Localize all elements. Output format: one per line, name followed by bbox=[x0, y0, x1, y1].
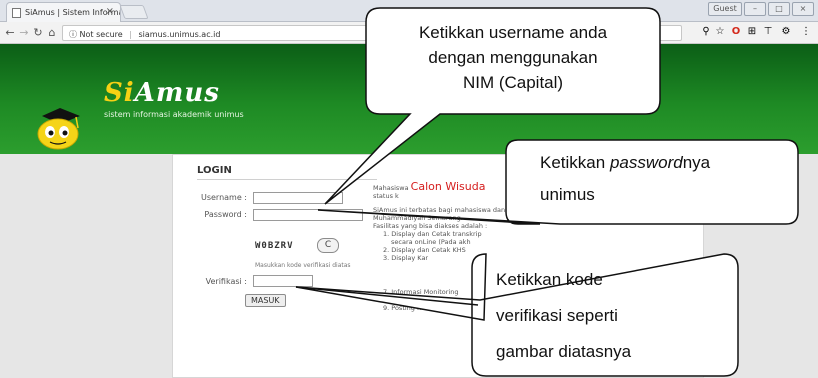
info-line: Fasilitas yang bisa diakses adalah : bbox=[373, 222, 488, 230]
tab-close-icon[interactable]: × bbox=[106, 6, 114, 17]
info-line: Mahasiswa bbox=[373, 184, 409, 192]
callout-line: gambar diatasnya bbox=[496, 342, 632, 361]
url-text: siamus.unimus.ac.id bbox=[138, 30, 221, 39]
refresh-captcha-button[interactable]: C bbox=[317, 238, 339, 253]
security-label: Not secure bbox=[79, 30, 123, 39]
reload-icon[interactable]: ↻ bbox=[32, 26, 44, 39]
menu-icon[interactable]: ⋮ bbox=[800, 26, 812, 37]
minimize-icon[interactable]: – bbox=[744, 2, 766, 16]
page-favicon-icon bbox=[12, 8, 21, 18]
callout-line: Ketikkan username anda bbox=[418, 23, 608, 42]
info-highlight: Calon Wisuda bbox=[410, 180, 486, 193]
browser-window: SiAmus | Sistem Informa × Guest – □ × ← … bbox=[0, 0, 818, 378]
profile-chip[interactable]: Guest bbox=[708, 2, 742, 16]
info-icon[interactable]: ⓘ bbox=[69, 30, 77, 39]
puzzle-icon[interactable]: ⊞ bbox=[746, 26, 758, 37]
verification-hint: Masukkan kode verifikasi diatas bbox=[255, 262, 351, 269]
tab-strip: SiAmus | Sistem Informa × Guest – □ × bbox=[0, 0, 818, 22]
callout-line: unimus bbox=[540, 185, 595, 204]
info-item: secara onLine (Pada akh bbox=[391, 238, 471, 246]
login-submit-button[interactable]: MASUK bbox=[245, 294, 286, 307]
url-separator: | bbox=[129, 30, 132, 39]
password-input[interactable] bbox=[253, 209, 363, 221]
username-callout-text: Ketikkan username anda dengan menggunaka… bbox=[366, 20, 660, 95]
verification-label: Verifikasi : bbox=[205, 277, 247, 286]
password-callout-text: Ketikkan passwordnya unimus bbox=[540, 150, 790, 207]
browser-tab[interactable]: SiAmus | Sistem Informa × bbox=[6, 2, 121, 22]
home-icon[interactable]: ⌂ bbox=[46, 26, 58, 39]
mascot-logo-icon bbox=[37, 108, 80, 150]
window-controls: Guest – □ × bbox=[708, 2, 814, 16]
info-item: 2. Display dan Cetak KHS bbox=[383, 246, 466, 254]
callout-line: Ketikkan kode bbox=[496, 270, 603, 289]
username-input[interactable] bbox=[253, 192, 343, 204]
callout-line: verifikasi seperti bbox=[496, 306, 618, 325]
login-divider bbox=[197, 179, 377, 180]
captcha-image: W0BZRV bbox=[255, 241, 294, 251]
verification-input[interactable] bbox=[253, 275, 313, 287]
site-logo-text: SiAmus bbox=[104, 78, 220, 108]
back-icon[interactable]: ← bbox=[4, 26, 16, 39]
site-subtitle: sistem informasi akademik unimus bbox=[104, 110, 244, 119]
password-label: Password : bbox=[204, 210, 247, 219]
extension-icon[interactable]: ⚲ bbox=[700, 26, 712, 37]
info-line: Muhammadiyah Semarang. bbox=[373, 214, 463, 222]
login-title: LOGIN bbox=[197, 165, 232, 176]
close-window-icon[interactable]: × bbox=[792, 2, 814, 16]
bookmark-star-icon[interactable]: ☆ bbox=[714, 26, 726, 37]
settings-icon[interactable]: ⚙ bbox=[780, 26, 792, 37]
callout-line: NIM (Capital) bbox=[462, 73, 564, 92]
username-label: Username : bbox=[200, 193, 247, 202]
maximize-icon[interactable]: □ bbox=[768, 2, 790, 16]
opera-icon[interactable]: O bbox=[730, 26, 742, 37]
callout-line: Ketikkan passwordnya bbox=[540, 153, 711, 172]
info-line: SiAmus ini terbatas bagi mahasiswa dan d bbox=[373, 206, 512, 214]
callout-line: dengan menggunakan bbox=[428, 48, 598, 67]
info-item: 3. Display Kar bbox=[383, 254, 429, 262]
forward-icon[interactable]: → bbox=[18, 26, 30, 39]
pin-icon[interactable]: ⊤ bbox=[762, 26, 774, 37]
verification-callout-text: Ketikkan kode verifikasi seperti gambar … bbox=[496, 262, 726, 370]
info-item: 1. Display dan Cetak transkrip bbox=[383, 230, 482, 238]
new-tab-button[interactable] bbox=[119, 5, 149, 19]
